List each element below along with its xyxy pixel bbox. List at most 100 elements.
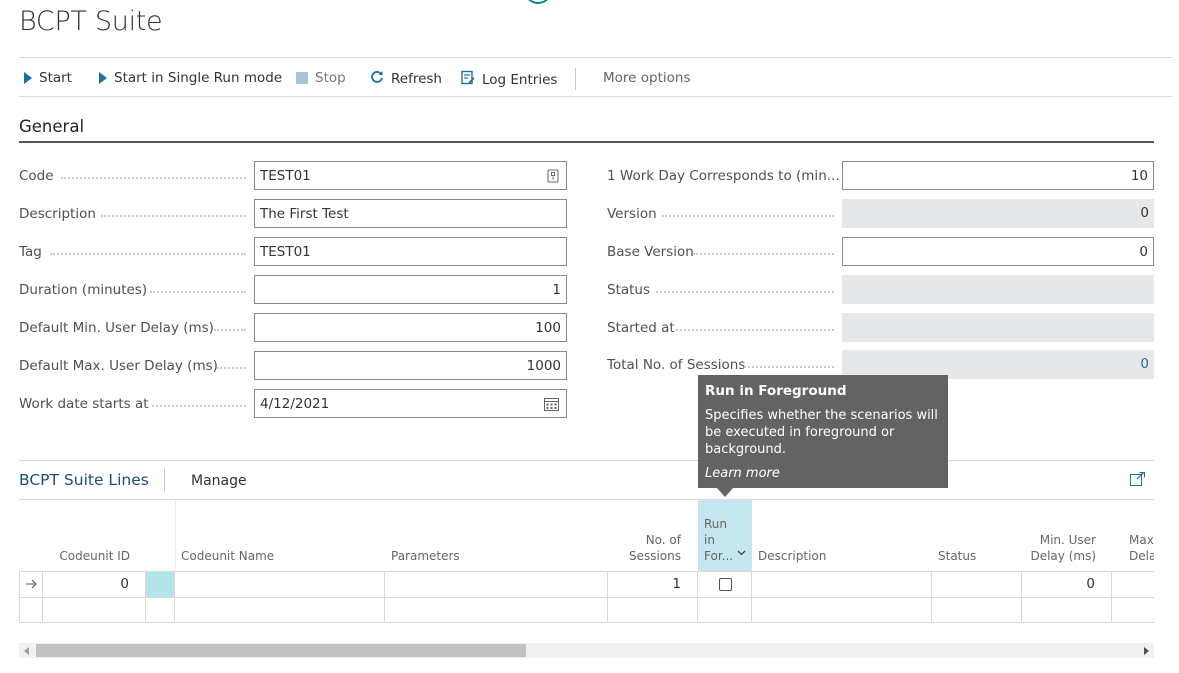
sessions-header[interactable]: No. of Sessions <box>607 500 697 571</box>
more-options-button[interactable]: More options <box>603 70 690 86</box>
min-delay-cell[interactable]: 0 <box>1022 572 1112 597</box>
tag-field[interactable]: TEST01 <box>254 237 567 266</box>
codeunit-id-lookup-cell[interactable] <box>146 572 175 597</box>
expand-icon[interactable] <box>1130 471 1146 490</box>
tag-label: Tag <box>19 244 42 260</box>
work-day-label: 1 Work Day Corresponds to (min... <box>607 168 840 184</box>
general-section-title[interactable]: General <box>19 117 84 136</box>
tooltip-body: Specifies whether the scenarios will be … <box>705 408 938 457</box>
base-version-field[interactable]: 0 <box>842 237 1154 266</box>
description-label: Description <box>19 206 96 222</box>
lines-separator <box>164 469 165 491</box>
sessions-cell[interactable] <box>608 598 698 623</box>
min-delay-header[interactable]: Min. User Delay (ms) <box>1022 500 1112 571</box>
work-date-field[interactable]: 4/12/2021 <box>254 389 567 418</box>
codeunit-id-header[interactable]: Codeunit ID <box>19 500 146 571</box>
leader-dots <box>214 329 246 331</box>
code-field[interactable]: TEST01 <box>254 161 567 190</box>
leader-dots <box>693 253 834 255</box>
run-in-foreground-header[interactable]: Run in For... <box>698 500 752 571</box>
scrollbar-thumb[interactable] <box>36 644 526 657</box>
min-header-line1: Min. User <box>1039 533 1096 547</box>
work-date-value: 4/12/2021 <box>260 396 330 412</box>
status-cell[interactable] <box>932 572 1022 597</box>
refresh-button[interactable]: Refresh <box>370 70 442 88</box>
description-cell[interactable] <box>752 598 932 623</box>
run-in-foreground-tooltip: Run in Foreground Specifies whether the … <box>698 375 948 488</box>
tooltip-arrow <box>717 488 733 497</box>
action-divider <box>575 68 576 90</box>
scroll-left-icon[interactable] <box>24 647 29 655</box>
status-field <box>842 275 1154 304</box>
max-delay-cell[interactable] <box>1112 572 1154 597</box>
min-delay-field[interactable]: 100 <box>254 313 567 342</box>
run-in-foreground-checkbox[interactable] <box>719 578 732 591</box>
work-date-label: Work date starts at <box>19 396 149 412</box>
version-field: 0 <box>842 199 1154 228</box>
start-single-run-button[interactable]: Start in Single Run mode <box>99 70 282 86</box>
lookup-icon[interactable] <box>547 169 559 187</box>
description-field[interactable]: The First Test <box>254 199 567 228</box>
status-header[interactable]: Status <box>932 500 1022 571</box>
description-header[interactable]: Description <box>752 500 932 571</box>
chevron-down-icon[interactable] <box>737 544 746 560</box>
fg-header-line2: in <box>704 533 715 547</box>
work-day-field[interactable]: 10 <box>842 161 1154 190</box>
code-label: Code <box>19 168 54 184</box>
started-at-field <box>842 313 1154 342</box>
parameters-cell[interactable] <box>385 598 608 623</box>
lines-divider <box>19 460 1154 461</box>
play-icon <box>24 72 32 84</box>
min-header-line2: Delay (ms) <box>1030 549 1096 563</box>
codeunit-id-cell[interactable] <box>43 598 146 623</box>
run-in-foreground-cell[interactable] <box>698 598 752 623</box>
min-delay-label: Default Min. User Delay (ms) <box>19 320 214 336</box>
duration-field[interactable]: 1 <box>254 275 567 304</box>
duration-label: Duration (minutes) <box>19 282 148 298</box>
code-value: TEST01 <box>260 168 311 184</box>
version-label: Version <box>607 206 657 222</box>
horizontal-scrollbar[interactable] <box>19 643 1154 658</box>
codeunit-name-header[interactable]: Codeunit Name <box>175 500 385 571</box>
leader-dots <box>828 177 834 179</box>
calendar-icon[interactable] <box>544 397 559 415</box>
parameters-cell[interactable] <box>385 572 608 597</box>
log-entries-button[interactable]: Log Entries <box>461 70 557 89</box>
section-divider <box>19 141 1154 143</box>
sessions-cell[interactable]: 1 <box>608 572 698 597</box>
description-cell[interactable] <box>752 572 932 597</box>
table-row-empty[interactable] <box>19 597 1154 623</box>
leader-dots <box>656 291 834 293</box>
leader-dots <box>152 405 246 407</box>
sessions-header-line2: Sessions <box>628 549 681 563</box>
min-delay-cell[interactable] <box>1022 598 1112 623</box>
start-label: Start <box>39 70 72 86</box>
learn-more-link[interactable]: Learn more <box>705 466 941 481</box>
log-entries-label: Log Entries <box>482 71 558 88</box>
manage-button[interactable]: Manage <box>191 473 247 489</box>
started-at-label: Started at <box>607 320 675 336</box>
base-version-label: Base Version <box>607 244 694 260</box>
stop-button[interactable]: Stop <box>296 70 346 86</box>
row-indicator <box>19 572 43 597</box>
status-label: Status <box>607 282 651 298</box>
row-indicator <box>19 598 43 623</box>
table-row[interactable]: 0 1 0 <box>19 571 1154 597</box>
codeunit-id-cell[interactable]: 0 <box>43 572 146 597</box>
codeunit-id-lookup-cell[interactable] <box>146 598 175 623</box>
max-delay-header[interactable]: Max. Delay <box>1129 500 1154 571</box>
status-cell[interactable] <box>932 598 1022 623</box>
start-button[interactable]: Start <box>24 70 72 86</box>
max-delay-cell[interactable] <box>1112 598 1154 623</box>
scroll-right-icon[interactable] <box>1144 647 1149 655</box>
max-header-line1: Max. <box>1129 533 1154 547</box>
codeunit-name-cell[interactable] <box>175 572 385 597</box>
parameters-header[interactable]: Parameters <box>385 500 607 571</box>
loading-indicator <box>524 0 552 4</box>
lines-title[interactable]: BCPT Suite Lines <box>19 471 149 489</box>
max-delay-field[interactable]: 1000 <box>254 351 567 380</box>
stop-icon <box>296 72 308 84</box>
run-in-foreground-cell[interactable] <box>698 572 752 597</box>
lines-grid: Codeunit ID Codeunit Name Parameters No.… <box>19 500 1154 623</box>
codeunit-name-cell[interactable] <box>175 598 385 623</box>
